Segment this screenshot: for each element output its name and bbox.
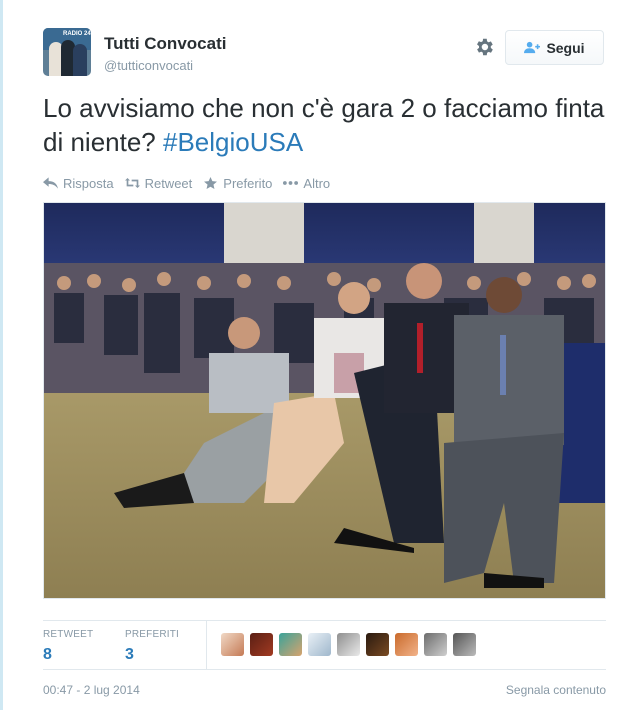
favorite-count-value: 3	[125, 646, 134, 663]
reply-icon	[43, 177, 58, 189]
reply-button[interactable]: Risposta	[43, 176, 114, 191]
favorite-count-label: PREFERITI	[125, 629, 180, 640]
author-handle[interactable]: @tutticonvocati	[104, 58, 193, 73]
tweet-timestamp[interactable]: 00:47 - 2 lug 2014	[43, 683, 140, 697]
gear-icon[interactable]	[473, 36, 495, 58]
engager-avatar[interactable]	[395, 633, 418, 656]
hashtag-link[interactable]: #BelgioUSA	[163, 127, 303, 157]
retweet-count-stat[interactable]: RETWEET 8	[43, 629, 93, 664]
follow-label: Segui	[546, 39, 585, 56]
tweet-footer: 00:47 - 2 lug 2014 Segnala contenuto	[43, 683, 606, 699]
engager-avatar[interactable]	[279, 633, 302, 656]
more-button[interactable]: Altro	[283, 176, 330, 191]
retweet-label: Retweet	[144, 175, 193, 191]
stats-divider	[206, 621, 207, 669]
more-label: Altro	[303, 175, 331, 191]
tweet-body: Lo avvisiamo che non c'è gara 2 o faccia…	[43, 93, 605, 157]
retweet-count-label: RETWEET	[43, 629, 94, 640]
tweet-text: Lo avvisiamo che non c'è gara 2 o faccia…	[43, 91, 613, 159]
tweet-card: RADIO 24 Tutti Convocati @tutticonvocati…	[3, 0, 643, 710]
engager-avatar[interactable]	[250, 633, 273, 656]
tweet-stats: RETWEET 8 PREFERITI 3	[43, 620, 606, 670]
retweet-button[interactable]: Retweet	[124, 175, 193, 191]
retweet-count-value: 8	[43, 646, 52, 663]
engagement-avatars	[221, 633, 476, 656]
report-link[interactable]: Segnala contenuto	[506, 683, 606, 697]
engager-avatar[interactable]	[366, 633, 389, 656]
author-avatar[interactable]: RADIO 24	[43, 28, 91, 76]
follow-button[interactable]: Segui	[505, 30, 604, 65]
star-icon	[204, 177, 218, 189]
favorite-count-stat[interactable]: PREFERITI 3	[125, 629, 179, 664]
favorite-button[interactable]: Preferito	[203, 176, 272, 191]
engager-avatar[interactable]	[221, 633, 244, 656]
engager-avatar[interactable]	[308, 633, 331, 656]
author-name[interactable]: Tutti Convocati	[104, 34, 226, 54]
reply-label: Risposta	[63, 175, 114, 191]
add-user-icon	[524, 41, 541, 54]
tweet-actions: Risposta Retweet Preferito Altro	[43, 174, 341, 192]
engager-avatar[interactable]	[337, 633, 360, 656]
avatar-logo-text: RADIO 24	[63, 31, 91, 37]
favorite-label: Preferito	[223, 175, 273, 191]
engager-avatar[interactable]	[424, 633, 447, 656]
engager-avatar[interactable]	[453, 633, 476, 656]
more-dots-icon	[283, 181, 299, 185]
photo-image	[44, 203, 605, 598]
tweet-header: RADIO 24 Tutti Convocati @tutticonvocati…	[43, 28, 605, 80]
retweet-icon	[124, 178, 140, 188]
tweet-photo[interactable]	[43, 202, 606, 599]
